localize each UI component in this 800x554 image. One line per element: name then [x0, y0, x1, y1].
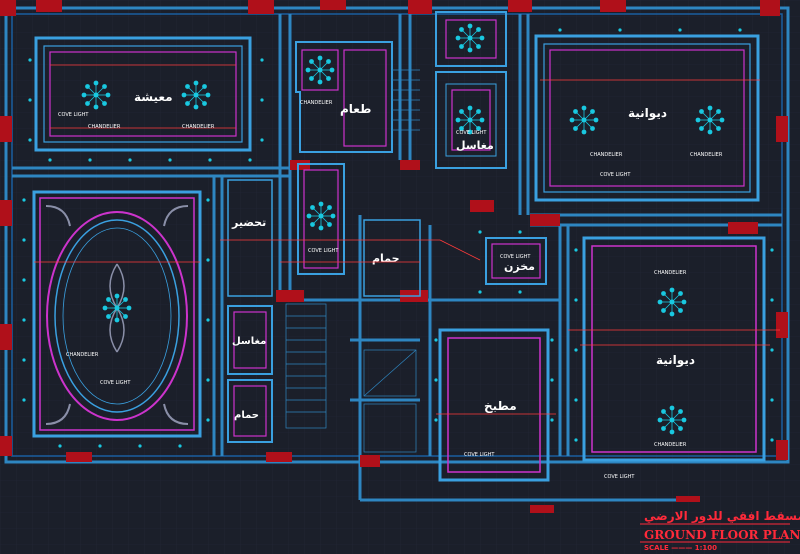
chandelier-label: CHANDELIER	[66, 352, 99, 358]
chandelier-label: CHANDELIER	[88, 124, 121, 130]
cove-light-label: COVE LIGHT	[58, 112, 89, 118]
plan-title-english: GROUND FLOOR PLAN	[644, 528, 800, 542]
cove-light-label: COVE LIGHT	[500, 254, 531, 260]
cove-light-label: COVE LIGHT	[456, 130, 487, 136]
cove-light-label: COVE LIGHT	[464, 452, 495, 458]
chandelier-label: CHANDELIER	[300, 100, 333, 106]
living-room-label: معيشة	[134, 90, 173, 104]
chandelier-label: CHANDELIER	[590, 152, 623, 158]
kitchen-label: مطبخ	[484, 399, 517, 413]
chandelier-label: CHANDELIER	[654, 442, 687, 448]
store-label: مخزن	[504, 260, 535, 273]
diwan-2-label: ديوانية	[656, 353, 695, 368]
cove-light-label: COVE LIGHT	[100, 380, 131, 386]
diwan-1-label: ديوانية	[628, 106, 667, 121]
chandelier-label: CHANDELIER	[690, 152, 723, 158]
washbasin-label: مغاسل	[456, 139, 494, 152]
cove-light-label: COVE LIGHT	[604, 474, 635, 480]
plan-scale: SCALE ——— 1:100	[644, 544, 717, 552]
chandelier-label: CHANDELIER	[182, 124, 215, 130]
bath-1-label: حمام	[372, 252, 400, 265]
bath-2-label: حمام	[234, 410, 259, 421]
prep-room-label: تحضير	[231, 216, 266, 229]
plan-title-arabic: المسقط افقي للدور الارضي	[644, 509, 800, 524]
wash-2-label: مغاسل	[232, 336, 266, 347]
cove-light-label: COVE LIGHT	[600, 172, 631, 178]
dining-room-label: طعام	[340, 102, 371, 117]
cove-light-label: COVE LIGHT	[308, 248, 339, 254]
ground-floor-ceiling-plan: معيشة COVE LIGHT CHANDELIER CHANDELIER ط…	[0, 0, 800, 554]
chandelier-label: CHANDELIER	[654, 270, 687, 276]
